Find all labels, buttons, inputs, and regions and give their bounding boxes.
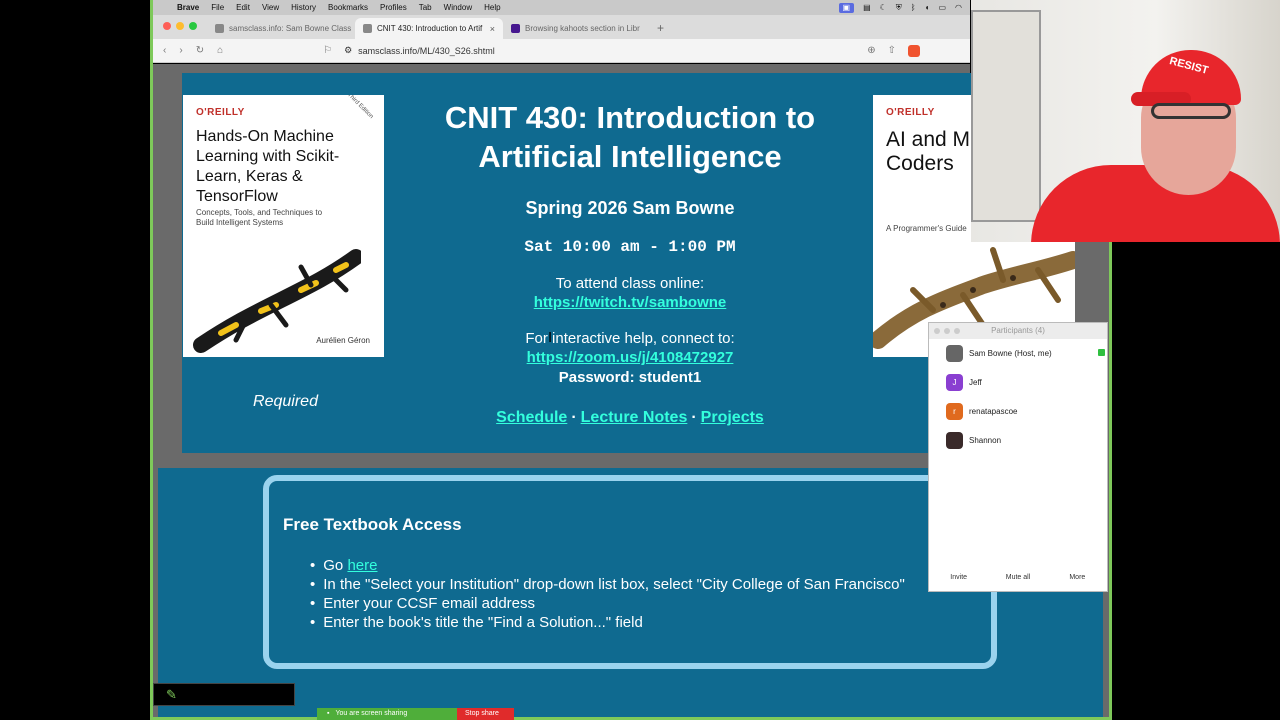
more-button[interactable]: More [1048,574,1107,581]
share-status-icon: ▪ [327,710,330,717]
participant-name: Jeff [969,378,982,387]
participant-row[interactable]: Shannon [929,426,1107,455]
participants-panel: Participants (4) Sam Bowne (Host, me) J … [928,322,1108,592]
invite-button[interactable]: Invite [929,574,988,581]
participant-name: Sam Bowne (Host, me) [969,349,1052,358]
pencil-icon[interactable]: ✎ [166,687,177,703]
participants-title: Participants (4) [991,326,1045,335]
participant-row[interactable]: J Jeff [929,368,1107,397]
participant-name: Shannon [969,436,1002,445]
video-on-icon [1098,349,1105,356]
presenter-glasses [1151,103,1231,119]
annotation-toolbar: ✎ [153,683,295,706]
avatar [946,432,963,449]
webcam-video: RESIST [971,0,1280,242]
avatar: r [946,403,963,420]
mute-all-button[interactable]: Mute all [988,574,1047,581]
sharing-status: ▪ You are screen sharing [317,708,457,720]
participant-row[interactable]: Sam Bowne (Host, me) [929,339,1107,368]
door-frame [971,10,1041,222]
participant-row[interactable]: r renatapascoe [929,397,1107,426]
participants-footer: Invite Mute all More [929,574,1107,581]
screen: Brave File Edit View History Bookmarks P… [0,0,1280,720]
participant-name: renatapascoe [969,407,1018,416]
avatar [946,345,963,362]
avatar: J [946,374,963,391]
sharing-status-text: You are screen sharing [335,710,408,717]
participants-titlebar: Participants (4) [929,323,1107,339]
panel-window-controls[interactable] [934,328,960,334]
stop-share-button[interactable]: Stop share [457,708,514,720]
screen-share-bar: ▪ You are screen sharing Stop share [317,708,514,720]
